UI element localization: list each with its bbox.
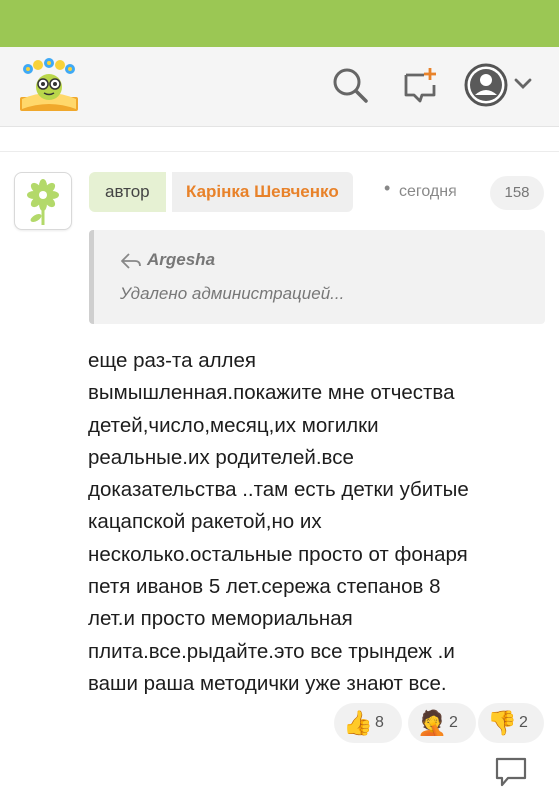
new-message-icon[interactable] bbox=[400, 65, 440, 105]
reaction-thumbs-up[interactable]: 👍 8 bbox=[334, 703, 402, 743]
facepalm-icon: 🤦 bbox=[417, 709, 447, 737]
reply-arrow-icon bbox=[121, 253, 141, 269]
account-menu[interactable] bbox=[464, 63, 536, 107]
author-avatar[interactable] bbox=[14, 172, 72, 230]
site-header bbox=[0, 47, 559, 127]
meta-separator: • bbox=[384, 178, 391, 198]
quote-text: Удалено администрацией... bbox=[120, 284, 345, 303]
search-icon[interactable] bbox=[330, 65, 370, 105]
reaction-count: 2 bbox=[449, 714, 458, 731]
header-divider bbox=[0, 128, 559, 152]
thumbs-down-icon: 👎 bbox=[487, 709, 517, 737]
time-fade bbox=[452, 172, 474, 212]
comment-number[interactable]: 158 bbox=[490, 176, 544, 210]
reaction-count: 2 bbox=[519, 714, 528, 731]
quote-author: Argesha bbox=[147, 250, 216, 269]
author-prefix: автор bbox=[89, 172, 166, 212]
reaction-thumbs-down[interactable]: 👎 2 bbox=[478, 703, 544, 743]
top-accent-bar bbox=[0, 0, 559, 47]
reply-icon[interactable] bbox=[494, 756, 528, 788]
author-name-link[interactable]: Карінка Шевченко bbox=[172, 172, 353, 212]
reaction-facepalm[interactable]: 🤦 2 bbox=[408, 703, 476, 743]
reaction-count: 8 bbox=[375, 714, 384, 731]
flower-icon bbox=[27, 179, 59, 225]
comment-body: еще раз-та аллея вымышленная.покажите мн… bbox=[88, 349, 469, 695]
quoted-comment[interactable]: Argesha Удалено администрацией... bbox=[89, 230, 545, 324]
site-logo[interactable] bbox=[16, 57, 82, 117]
thumbs-up-icon: 👍 bbox=[343, 709, 373, 737]
